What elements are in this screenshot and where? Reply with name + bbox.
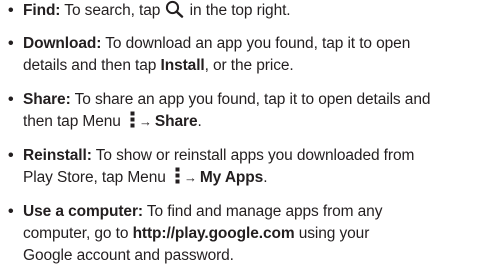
list-item-use-a-computer: • Use a computer: To find and manage app… — [0, 201, 501, 267]
item-body: To find and manage apps from any — [142, 203, 383, 220]
list-item-reinstall: • Reinstall: To show or reinstall apps y… — [0, 145, 501, 189]
item-label: Reinstall: — [23, 147, 92, 164]
bullet: • — [8, 91, 14, 108]
item-body: Google account and password. — [23, 247, 234, 264]
bullet: • — [8, 203, 14, 220]
item-text: Find: To search, tap in the top right. — [23, 0, 493, 22]
item-body: using your — [294, 225, 370, 242]
menu-icon — [129, 111, 136, 128]
item-body: , or the price. — [204, 57, 294, 74]
item-body: To show or reinstall apps you downloaded… — [91, 147, 415, 164]
item-body: To download an app you found, tap it to … — [101, 35, 411, 52]
item-text: Share: To share an app you found, tap it… — [23, 89, 493, 133]
arrow-icon: → — [183, 170, 197, 185]
bullet: • — [8, 35, 14, 52]
item-bold-term: My Apps — [199, 169, 264, 186]
item-text: Use a computer: To find and manage apps … — [23, 201, 493, 267]
arrow-icon: → — [139, 114, 152, 129]
item-bold-term: Share — [154, 113, 198, 130]
menu-icon — [174, 167, 181, 184]
item-label: Find: — [23, 2, 61, 19]
item-body: computer, go to — [23, 225, 133, 242]
item-body: details and then tap — [23, 57, 161, 74]
item-body: . — [263, 169, 268, 186]
item-body: To share an app you found, tap it to ope… — [70, 91, 431, 108]
list-item-download: • Download: To download an app you found… — [0, 33, 501, 77]
item-body: then tap Menu — [23, 113, 126, 130]
item-text: Reinstall: To show or reinstall apps you… — [23, 145, 493, 189]
item-label: Share: — [23, 91, 71, 108]
item-body: in the top right. — [185, 2, 291, 19]
item-body: To search, tap — [60, 2, 165, 19]
item-text: Download: To download an app you found, … — [23, 33, 493, 77]
list-item-share: • Share: To share an app you found, tap … — [0, 89, 501, 133]
item-bold-term: Install — [160, 57, 205, 74]
list-item-find: • Find: To search, tap in the top right. — [0, 0, 501, 22]
item-label: Download: — [23, 35, 102, 52]
search-icon — [165, 0, 184, 18]
item-body: Play Store, tap Menu — [23, 169, 170, 186]
item-body: . — [197, 113, 202, 130]
bullet: • — [8, 147, 14, 164]
item-label: Use a computer: — [23, 203, 143, 220]
play-store-link[interactable]: http://play.google.com — [133, 225, 295, 242]
bullet: • — [8, 2, 14, 19]
